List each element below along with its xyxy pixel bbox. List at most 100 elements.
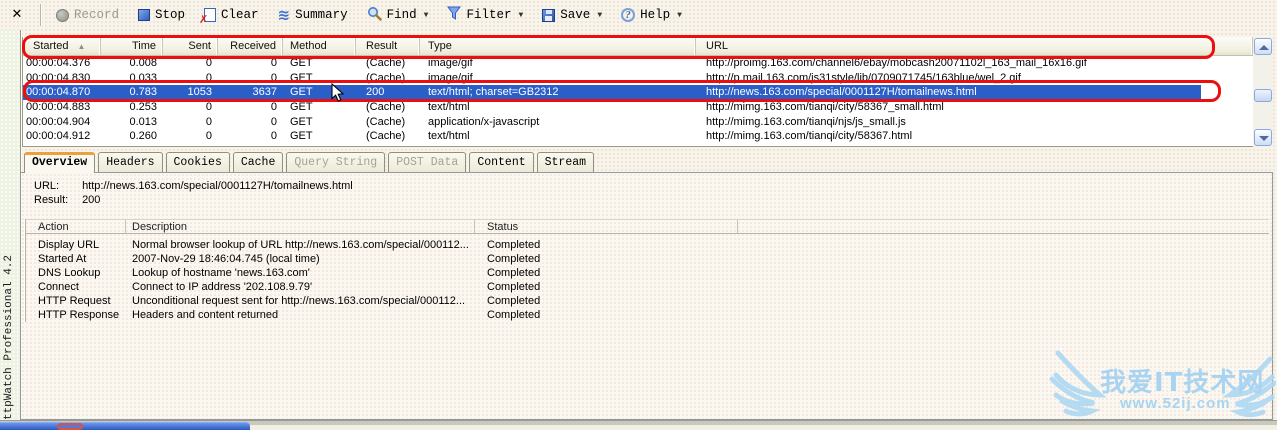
tab[interactable]: Content: [469, 152, 534, 172]
find-button[interactable]: Find ▼: [363, 4, 433, 27]
tab[interactable]: Overview: [24, 152, 96, 173]
request-row[interactable]: 00:00:04.883 0.253 0 0 GET (Cache) text/…: [23, 100, 1253, 115]
taskbar-button-fragment: [57, 423, 83, 430]
tab[interactable]: Query String: [286, 152, 386, 172]
close-icon[interactable]: ✕: [8, 6, 26, 24]
scroll-up-button[interactable]: [1254, 38, 1272, 55]
column-header-sent[interactable]: Sent: [163, 37, 218, 55]
action-row: Connect Connect to IP address '202.108.9…: [26, 280, 1269, 294]
cell-method: GET: [290, 130, 313, 143]
column-header-time[interactable]: Time: [101, 37, 163, 55]
cell-method: GET: [290, 86, 313, 99]
save-icon: [542, 8, 556, 22]
cell-received: 0: [270, 101, 277, 114]
filter-dropdown-icon[interactable]: ▼: [518, 11, 523, 20]
find-dropdown-icon[interactable]: ▼: [424, 11, 429, 20]
action-row: Display URL Normal browser lookup of URL…: [26, 238, 1269, 252]
detail-tabs: Overview Headers Cookies Cache Query Str…: [24, 152, 595, 173]
help-dropdown-icon[interactable]: ▼: [677, 11, 682, 20]
cell-result: (Cache): [366, 71, 406, 84]
filter-button[interactable]: Filter ▼: [443, 4, 527, 26]
tab[interactable]: Headers: [98, 152, 163, 172]
column-header-type[interactable]: Type: [420, 37, 696, 55]
overview-tab-content: URL: http://news.163.com/special/0001127…: [20, 172, 1273, 420]
record-label: Record: [74, 8, 120, 22]
cell-status: Completed: [487, 309, 541, 321]
cell-action: Started At: [38, 253, 87, 265]
cell-sent: 0: [205, 57, 212, 69]
save-button[interactable]: Save ▼: [538, 6, 606, 24]
stop-icon: [138, 9, 151, 21]
tab[interactable]: Stream: [536, 152, 595, 172]
url-value: http://news.163.com/special/0001127H/tom…: [82, 180, 353, 192]
record-button[interactable]: Record: [52, 6, 123, 24]
app-version-caption: ttpWatch Professional 4.2: [3, 254, 15, 420]
cell-url: http://mimg.163.com/tianqi/njs/js_small.…: [706, 115, 906, 128]
summary-button[interactable]: ≋ Summary: [274, 6, 352, 24]
cell-status: Completed: [487, 253, 541, 265]
request-row[interactable]: 00:00:04.830 0.033 0 0 GET (Cache) image…: [23, 71, 1253, 86]
cell-url: http://news.163.com/special/0001127H/tom…: [706, 86, 977, 99]
cell-time: 0.260: [129, 130, 157, 143]
summary-icon: ≋: [277, 6, 291, 24]
cell-received: 0: [270, 115, 277, 128]
cell-status: Completed: [487, 295, 541, 307]
cell-started: 00:00:04.870: [26, 86, 91, 99]
scrollbar-thumb[interactable]: [1254, 89, 1272, 102]
cell-result: (Cache): [366, 130, 406, 143]
cell-sent: 1053: [187, 86, 212, 99]
stop-button[interactable]: Stop: [134, 6, 189, 24]
cell-received: 0: [270, 71, 277, 84]
save-dropdown-icon[interactable]: ▼: [597, 11, 602, 20]
cell-time: 0.253: [129, 101, 157, 114]
column-header-url[interactable]: URL: [696, 37, 1253, 55]
record-icon: [56, 8, 69, 22]
cell-type: text/html; charset=GB2312: [428, 86, 559, 99]
cell-received: 0: [270, 57, 277, 69]
column-header-result[interactable]: Result: [356, 37, 420, 55]
cell-type: image/gif: [428, 57, 473, 69]
action-row: DNS Lookup Lookup of hostname 'news.163.…: [26, 266, 1269, 280]
cell-started: 00:00:04.883: [26, 101, 91, 114]
grid-scrollbar[interactable]: [1253, 37, 1273, 147]
column-header-description: Description: [126, 220, 475, 233]
sort-ascending-icon: ▲: [77, 41, 86, 51]
cell-sent: 0: [205, 71, 212, 84]
httpwatch-window: ✕ Record Stop Clear ≋ Summary: [0, 0, 1277, 430]
column-header-method[interactable]: Method: [283, 37, 356, 55]
clear-button[interactable]: Clear: [199, 6, 263, 26]
request-grid: Started ▲ Time Sent Received Method Resu…: [22, 37, 1253, 147]
cell-action: Connect: [38, 281, 79, 293]
scroll-down-button[interactable]: [1254, 129, 1272, 146]
cell-method: GET: [290, 101, 313, 114]
column-header-started[interactable]: Started ▲: [23, 37, 101, 55]
tab[interactable]: Cache: [232, 152, 284, 172]
filter-icon: [447, 6, 462, 24]
tab[interactable]: Cookies: [165, 152, 230, 172]
cell-status: Completed: [487, 281, 541, 293]
toolbar-separator: [40, 4, 42, 26]
find-label: Find: [386, 8, 417, 22]
cell-type: image/gif: [428, 71, 473, 84]
column-header-received[interactable]: Received: [218, 37, 283, 55]
overview-url-row: URL: http://news.163.com/special/0001127…: [34, 180, 353, 192]
cell-time: 0.783: [129, 86, 157, 99]
request-row[interactable]: 00:00:04.912 0.260 0 0 GET (Cache) text/…: [23, 129, 1253, 144]
request-row[interactable]: 00:00:04.376 0.008 0 0 GET (Cache) image…: [23, 56, 1253, 71]
cell-description: Lookup of hostname 'news.163.com': [132, 267, 310, 279]
help-button[interactable]: ? Help ▼: [617, 6, 686, 24]
cell-started: 00:00:04.904: [26, 115, 91, 128]
action-table-header: Action Description Status: [26, 219, 1269, 234]
cell-result: 200: [366, 86, 385, 99]
cell-status: Completed: [487, 267, 541, 279]
action-table-body: Display URL Normal browser lookup of URL…: [26, 234, 1269, 322]
cell-started: 00:00:04.830: [26, 71, 91, 84]
request-row[interactable]: 00:00:04.904 0.013 0 0 GET (Cache) appli…: [23, 115, 1253, 130]
cell-method: GET: [290, 57, 313, 69]
tab[interactable]: POST Data: [388, 152, 467, 172]
taskbar-fragment: [0, 422, 250, 430]
request-row[interactable]: 00:00:04.870 0.783 1053 3637 GET 200 tex…: [23, 85, 1253, 101]
left-strip: ttpWatch Professional 4.2: [0, 30, 21, 422]
cell-description: Unconditional request sent for http://ne…: [132, 295, 466, 307]
cell-received: 3637: [252, 86, 277, 99]
